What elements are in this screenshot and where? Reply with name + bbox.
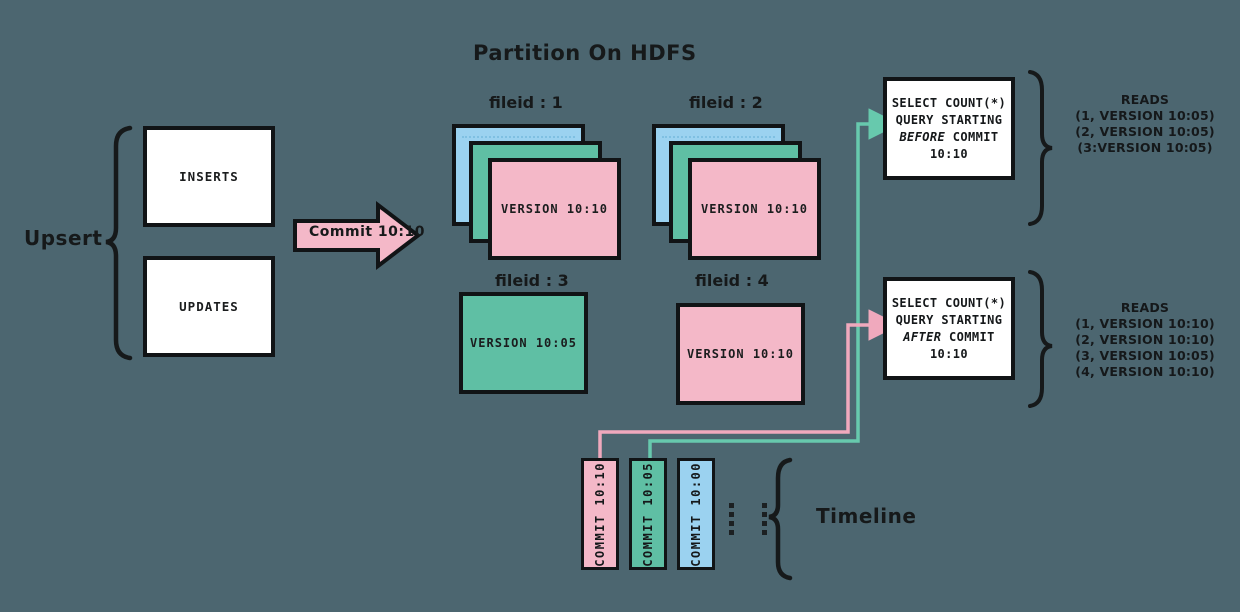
commit-arrow-label: Commit 10:10 — [309, 224, 425, 240]
fileid-1-dotted-line — [462, 136, 575, 138]
reads-after-block: READS (1, VERSION 10:10) (2, VERSION 10:… — [1055, 300, 1235, 380]
fileid-3-box[interactable]: VERSION 10:05 — [459, 292, 588, 394]
timeline-ellipsis-2 — [762, 503, 767, 535]
query-box-after[interactable]: SELECT COUNT(*) QUERY STARTING AFTER COM… — [883, 277, 1015, 380]
query-after-line-3-rest: COMMIT — [941, 329, 995, 344]
timeline-commit-1005[interactable]: COMMIT 10:05 — [629, 458, 667, 570]
reads-after-row-3: (3, VERSION 10:05) — [1075, 348, 1215, 363]
timeline-label: Timeline — [816, 504, 917, 528]
query-after-keyword: AFTER — [903, 329, 942, 344]
brace-timeline — [768, 457, 793, 581]
query-box-before[interactable]: SELECT COUNT(*) QUERY STARTING BEFORE CO… — [883, 77, 1015, 180]
fileid-2-label: fileid : 2 — [689, 93, 763, 112]
query-after-line-3: AFTER COMMIT — [903, 329, 995, 346]
fileid-1-layer-pink: VERSION 10:10 — [488, 158, 621, 260]
inserts-box[interactable]: INSERTS — [143, 126, 275, 227]
page-title: Partition On HDFS — [473, 41, 697, 65]
reads-after-row-2: (2, VERSION 10:10) — [1075, 332, 1215, 347]
updates-label: UPDATES — [179, 299, 239, 314]
reads-before-row-2: (2, VERSION 10:05) — [1075, 124, 1215, 139]
fileid-4-box[interactable]: VERSION 10:10 — [676, 303, 805, 405]
timeline-commit-1010[interactable]: COMMIT 10:10 — [581, 458, 619, 570]
query-before-line-4: 10:10 — [929, 146, 969, 161]
upsert-label: Upsert — [24, 226, 103, 250]
fileid-1-label: fileid : 1 — [489, 93, 563, 112]
fileid-3-label: fileid : 3 — [495, 271, 569, 290]
diagram-canvas: Partition On HDFS Upsert INSERTS UPDATES… — [0, 0, 1240, 612]
reads-before-block: READS (1, VERSION 10:05) (2, VERSION 10:… — [1055, 92, 1235, 156]
reads-after-row-1: (1, VERSION 10:10) — [1075, 316, 1215, 331]
reads-before-row-3: (3:VERSION 10:05) — [1077, 140, 1213, 155]
fileid-3-version-text: VERSION 10:05 — [470, 336, 577, 350]
brace-reads-before — [1028, 70, 1053, 226]
reads-before-heading: READS — [1120, 92, 1170, 107]
query-before-line-2: QUERY STARTING — [895, 112, 1003, 127]
query-before-keyword: BEFORE — [899, 129, 946, 144]
timeline-commit-1010-label: COMMIT 10:10 — [593, 461, 607, 567]
query-after-line-4: 10:10 — [929, 346, 969, 361]
timeline-commit-1000-label: COMMIT 10:00 — [689, 461, 703, 567]
fileid-2-version-text: VERSION 10:10 — [701, 202, 808, 216]
query-before-line-1: SELECT COUNT(*) — [891, 95, 1007, 110]
query-before-line-3-rest: COMMIT — [945, 129, 999, 144]
updates-box[interactable]: UPDATES — [143, 256, 275, 357]
timeline-commit-1000[interactable]: COMMIT 10:00 — [677, 458, 715, 570]
fileid-4-version-text: VERSION 10:10 — [687, 347, 794, 361]
inserts-label: INSERTS — [179, 169, 239, 184]
fileid-4-label: fileid : 4 — [695, 271, 769, 290]
timeline-commit-1005-label: COMMIT 10:05 — [641, 461, 655, 567]
reads-before-row-1: (1, VERSION 10:05) — [1075, 108, 1215, 123]
brace-reads-after — [1028, 270, 1053, 408]
reads-after-heading: READS — [1120, 300, 1170, 315]
fileid-2-stack[interactable]: VERSION 10:10 — [652, 124, 822, 260]
fileid-1-stack[interactable]: VERSION 10:10 — [452, 124, 622, 260]
query-after-line-1: SELECT COUNT(*) — [891, 295, 1007, 310]
reads-after-row-4: (4, VERSION 10:10) — [1075, 364, 1215, 379]
commit-arrow[interactable]: Commit 10:10 — [292, 199, 425, 272]
brace-upsert — [105, 125, 133, 361]
fileid-2-layer-pink: VERSION 10:10 — [688, 158, 821, 260]
query-after-line-2: QUERY STARTING — [895, 312, 1003, 327]
fileid-2-dotted-line — [662, 136, 775, 138]
query-before-line-3: BEFORE COMMIT — [899, 129, 998, 146]
timeline-ellipsis-1 — [729, 503, 734, 535]
fileid-1-version-text: VERSION 10:10 — [501, 202, 608, 216]
